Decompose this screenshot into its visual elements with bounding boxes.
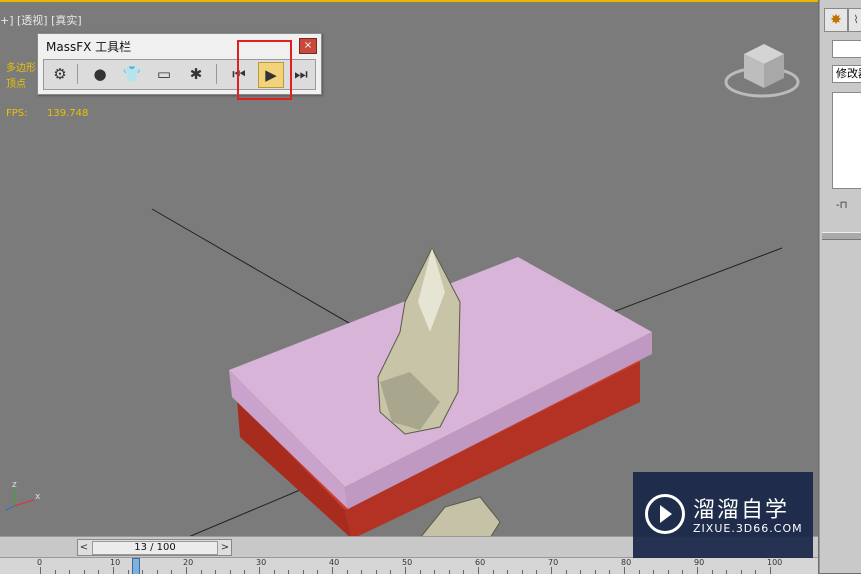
world-parameters-button[interactable]: ⚙: [48, 62, 72, 86]
watermark-brand: 溜溜自学: [693, 498, 790, 523]
ruler-tick: [565, 570, 567, 574]
ruler-tick: [390, 570, 392, 574]
object-name-field[interactable]: [832, 40, 861, 58]
ruler-tick: [273, 570, 275, 574]
ruler-tick: [726, 570, 728, 574]
ruler-tick: [682, 570, 684, 574]
current-frame-marker[interactable]: [131, 558, 140, 574]
grid-axis-line: [185, 489, 301, 538]
ruler-tick: [229, 570, 231, 574]
pin-stack-button[interactable]: -⊓: [836, 200, 847, 211]
step-simulation-button[interactable]: ⏭: [289, 62, 313, 86]
ruler-label: 40: [329, 558, 340, 567]
ruler-tick: [69, 570, 71, 574]
ruler-tick: [288, 570, 290, 574]
ruler-tick: [609, 570, 611, 574]
axis-x-label: x: [35, 492, 41, 502]
ruler-label: 0: [37, 558, 43, 567]
ruler-tick: [653, 570, 655, 574]
panel-divider: [822, 232, 861, 240]
rigid-body-button[interactable]: ●: [88, 62, 112, 86]
fps-value: 139.748: [47, 108, 89, 119]
next-frame-button[interactable]: >: [219, 540, 231, 555]
ruler-tick: [156, 570, 158, 574]
ruler-label: 50: [402, 558, 413, 567]
ruler-tick: [463, 570, 465, 574]
axis-z-label: z: [12, 480, 17, 490]
constraint-button[interactable]: ▭: [152, 62, 176, 86]
ragdoll-button[interactable]: ✱: [184, 62, 208, 86]
ruler-tick: [127, 570, 129, 574]
track-bar[interactable]: 0 10 20 30 40 50 60 70 80 90 100: [0, 557, 818, 574]
watermark-logo: 溜溜自学 ZIXUE.3D66.COM: [633, 472, 813, 558]
ruler-tick: [98, 570, 100, 574]
ruler-tick: [171, 570, 173, 574]
ruler-tick: [594, 570, 596, 574]
watermark-site: ZIXUE.3D66.COM: [693, 522, 803, 535]
prev-frame-button[interactable]: <: [78, 540, 90, 555]
toolbar-separator: [216, 64, 217, 84]
ruler-tick: [740, 570, 742, 574]
modifier-list-dropdown[interactable]: 修改器列表: [832, 65, 861, 83]
ruler-label: 80: [621, 558, 632, 567]
cloth-button[interactable]: 👕: [120, 62, 144, 86]
ruler-tick: [536, 570, 538, 574]
ruler-label: 90: [694, 558, 705, 567]
ruler-label: 60: [475, 558, 486, 567]
ruler-tick: [667, 570, 669, 574]
ruler-tick: [215, 570, 217, 574]
modifier-stack-list[interactable]: [832, 92, 861, 189]
ruler-tick: [83, 570, 85, 574]
viewport-label[interactable]: +] [透视] [真实]: [0, 12, 82, 28]
ruler-label: 30: [256, 558, 267, 567]
ruler-tick: [302, 570, 304, 574]
time-slider[interactable]: < 13 / 100 >: [77, 539, 232, 556]
ruler-tick: [638, 570, 640, 574]
ruler-tick: [492, 570, 494, 574]
ruler-tick: [200, 570, 202, 574]
ruler-tick: [580, 570, 582, 574]
ruler-tick: [711, 570, 713, 574]
highlight-box: [237, 40, 292, 100]
ruler-label: 20: [183, 558, 194, 567]
ruler-tick: [54, 570, 56, 574]
frame-indicator[interactable]: 13 / 100: [92, 541, 218, 555]
ruler-tick: [244, 570, 246, 574]
ruler-label: 100: [767, 558, 783, 567]
ruler-tick: [142, 570, 144, 574]
poly-count-label: 多边形: [6, 63, 36, 74]
ruler-tick: [375, 570, 377, 574]
ruler-tick: [755, 570, 757, 574]
ruler-tick: [521, 570, 523, 574]
shoe-debris-model: [419, 496, 501, 538]
ruler-label: 10: [110, 558, 121, 567]
ruler-tick: [434, 570, 436, 574]
modify-tab[interactable]: ⌇: [848, 8, 861, 32]
vertex-count-label: 顶点: [6, 79, 26, 90]
ruler-tick: [507, 570, 509, 574]
toolbar-separator: [77, 64, 78, 84]
ruler-tick: [346, 570, 348, 574]
massfx-toolbar-title: MassFX 工具栏: [46, 40, 132, 54]
fps-label: FPS:: [6, 108, 28, 119]
viewcube-icon[interactable]: [722, 38, 802, 102]
command-panel: ✸ ⌇ 修改器列表 -⊓: [819, 0, 861, 573]
ruler-tick: [361, 570, 363, 574]
play-logo-icon: [645, 494, 685, 534]
create-tab[interactable]: ✸: [824, 8, 848, 32]
ruler-label: 70: [548, 558, 559, 567]
ruler-tick: [317, 570, 319, 574]
ruler-tick: [448, 570, 450, 574]
close-button[interactable]: ×: [299, 38, 317, 54]
ruler-tick: [419, 570, 421, 574]
